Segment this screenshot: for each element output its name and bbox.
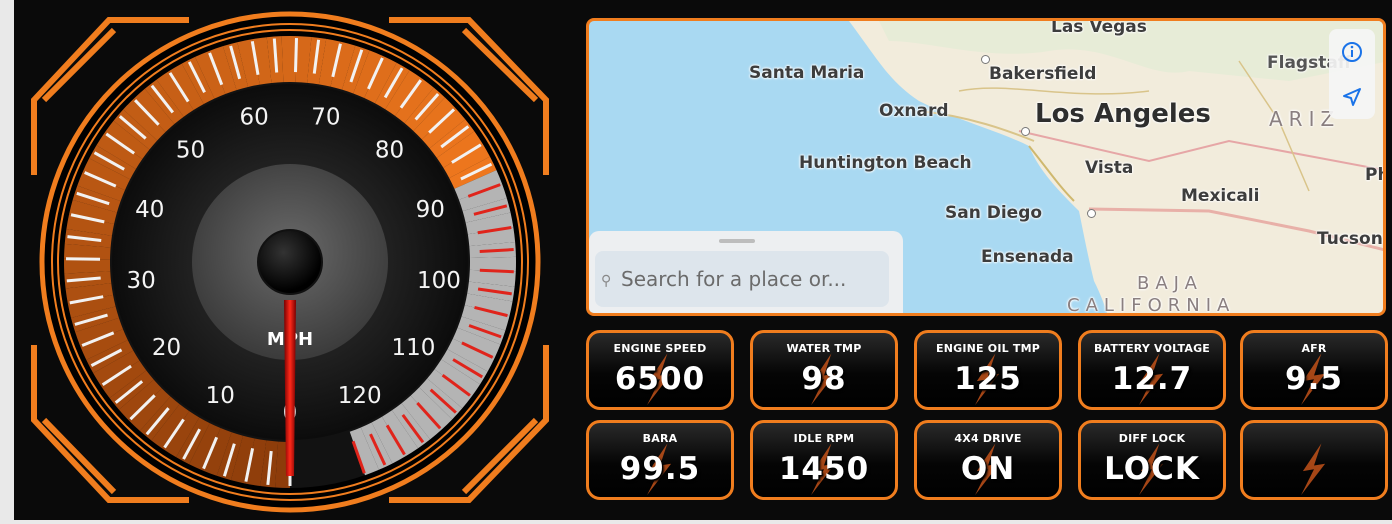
map-controls xyxy=(1329,29,1375,119)
tile-label: BARA xyxy=(642,432,678,445)
gauge-tick-label: 60 xyxy=(239,104,268,130)
tile-value: 99.5 xyxy=(619,451,701,487)
gauge-tick-label: 120 xyxy=(338,383,382,409)
gauge-hub xyxy=(257,229,323,295)
map-label-oxnard: Oxnard xyxy=(879,101,949,121)
map-city-dot xyxy=(1021,127,1030,136)
tile-label: 4X4 DRIVE xyxy=(954,432,1022,445)
search-input[interactable] xyxy=(595,251,889,307)
map-label-mexicali: Mexicali xyxy=(1181,186,1260,206)
sensor-tile[interactable]: BARA 99.5 xyxy=(586,420,734,500)
sensor-tile[interactable]: WATER TMP 98 xyxy=(750,330,898,410)
map-label-santa-maria: Santa Maria xyxy=(749,63,865,83)
gauge-tick-label: 50 xyxy=(176,138,205,164)
window-edge xyxy=(0,0,14,524)
map-city-dot xyxy=(1087,209,1096,218)
tile-value: 98 xyxy=(801,361,847,397)
map-label-bakersfield: Bakersfield xyxy=(989,64,1097,84)
tile-value: 12.7 xyxy=(1111,361,1193,397)
map-label-los-angeles: Los Angeles xyxy=(1035,99,1211,129)
tile-label: BATTERY VOLTAGE xyxy=(1093,342,1211,355)
map-label-phoenix: Ph xyxy=(1365,165,1383,185)
sensor-tile[interactable]: DIFF LOCK LOCK xyxy=(1078,420,1226,500)
drag-handle[interactable] xyxy=(719,239,755,243)
tile-value: 9.5 xyxy=(1285,361,1343,397)
tile-label: AFR xyxy=(1301,342,1327,355)
tile-value: 1450 xyxy=(778,451,870,487)
tile-label: ENGINE SPEED xyxy=(613,342,707,355)
tile-label: DIFF LOCK xyxy=(1118,432,1186,445)
tile-label: WATER TMP xyxy=(786,342,862,355)
location-arrow-icon[interactable] xyxy=(1329,74,1375,119)
tile-value: ON xyxy=(960,451,1016,487)
map-city-dot xyxy=(981,55,990,64)
gauge-tick-label: 110 xyxy=(391,335,435,361)
sensor-tile[interactable]: IDLE RPM 1450 xyxy=(750,420,898,500)
sensor-tile[interactable] xyxy=(1240,420,1388,500)
gauge-tick-label: 10 xyxy=(206,383,235,409)
gauge-tick-label: 100 xyxy=(417,268,461,294)
map-label-california: CALIFORNIA xyxy=(1067,295,1236,316)
map-label-ensenada: Ensenada xyxy=(981,247,1074,267)
search-icon: ⚲ xyxy=(601,273,612,289)
gauge-tick-label: 20 xyxy=(152,335,181,361)
tile-label: IDLE RPM xyxy=(793,432,855,445)
speedometer: 0102030405060708090100110120 MPH xyxy=(31,11,549,513)
lightning-bolt-icon xyxy=(1301,443,1326,496)
map-label-tucson: Tucson xyxy=(1317,229,1383,249)
tile-value: 6500 xyxy=(614,361,706,397)
dashboard: 0102030405060708090100110120 MPH Las Veg… xyxy=(0,0,1392,524)
sensor-tile[interactable]: BATTERY VOLTAGE 12.7 xyxy=(1078,330,1226,410)
gauge-tick-label: 90 xyxy=(416,197,445,223)
gauge-tick-label: 40 xyxy=(135,197,164,223)
search-panel: ⚲ xyxy=(589,231,903,313)
tile-value: 125 xyxy=(954,361,1022,397)
info-icon[interactable] xyxy=(1329,29,1375,74)
gauge-needle xyxy=(284,300,296,476)
window-edge-bottom xyxy=(0,520,1392,524)
gauge-tick-label: 70 xyxy=(311,104,340,130)
map-label-las-vegas: Las Vegas xyxy=(1051,18,1147,37)
gauge-tick-label: 80 xyxy=(375,138,404,164)
map-label-huntington-beach: Huntington Beach xyxy=(799,153,972,173)
map-view[interactable]: Las Vegas Santa Maria Bakersfield Flagst… xyxy=(586,18,1386,316)
map-label-baja: BAJA xyxy=(1137,273,1203,294)
map-label-san-diego: San Diego xyxy=(945,203,1043,223)
map-label-vista: Vista xyxy=(1085,158,1134,178)
sensor-tile[interactable]: 4X4 DRIVE ON xyxy=(914,420,1062,500)
sensor-tile[interactable]: ENGINE OIL TMP 125 xyxy=(914,330,1062,410)
sensor-tile[interactable]: AFR 9.5 xyxy=(1240,330,1388,410)
tile-label: ENGINE OIL TMP xyxy=(936,342,1040,355)
tile-value: LOCK xyxy=(1104,451,1200,487)
sensor-tile[interactable]: ENGINE SPEED 6500 xyxy=(586,330,734,410)
gauge-tick-label: 30 xyxy=(126,268,155,294)
